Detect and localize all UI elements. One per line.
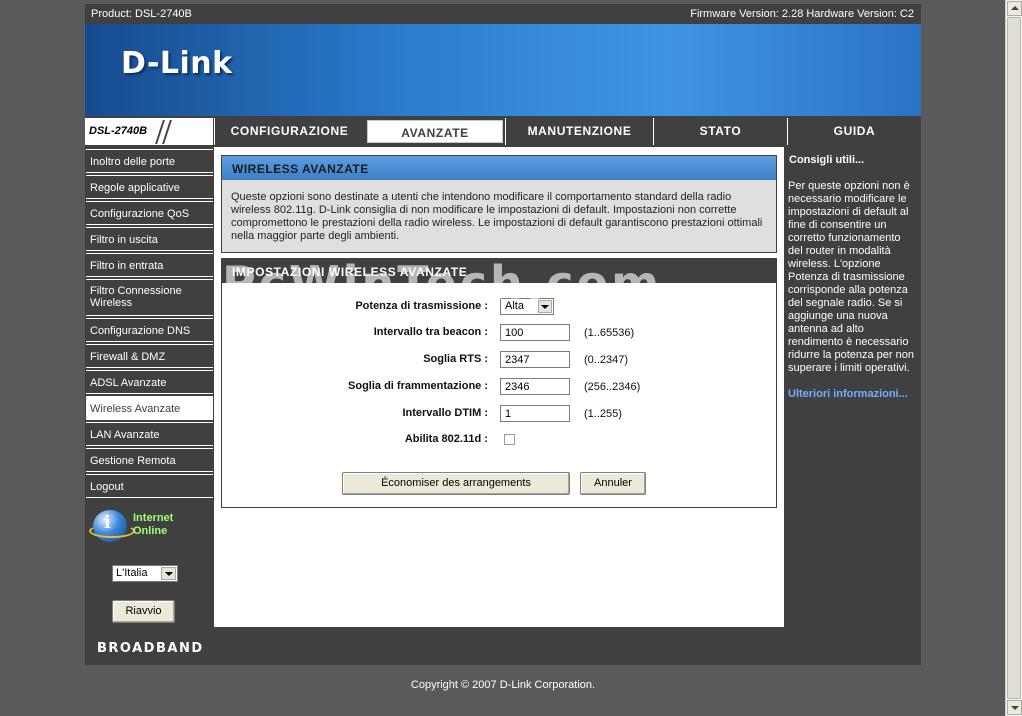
cancel-button[interactable]: Annuler xyxy=(580,472,646,495)
frag-input[interactable]: 2346 xyxy=(500,378,570,395)
sidebar-item-remote[interactable]: Gestione Remota xyxy=(86,448,213,472)
status-line-2: Online xyxy=(133,525,168,537)
main-content: WIRELESS AVANZATE Queste opzioni sono de… xyxy=(214,147,784,627)
frag-range: (256..2346) xyxy=(584,381,641,393)
sidebar-item-dns[interactable]: Configurazione DNS xyxy=(86,318,213,342)
scroll-down-icon[interactable] xyxy=(1007,700,1022,715)
reboot-button[interactable]: Riavvio xyxy=(112,600,175,623)
power-value: Alta xyxy=(505,300,524,312)
broadband-label: BROADBAND xyxy=(97,641,204,656)
footer-bar: BROADBAND xyxy=(85,627,921,665)
top-info-bar: Product: DSL-2740B Firmware Version: 2.2… xyxy=(85,4,921,24)
tab-avanzate[interactable]: AVANZATE xyxy=(365,118,505,145)
language-value: L'Italia xyxy=(116,567,148,579)
beacon-range: (1..65536) xyxy=(584,327,635,339)
chevron-down-icon xyxy=(538,300,552,313)
dtim-input[interactable]: 1 xyxy=(500,405,570,422)
globe-ring-icon xyxy=(89,524,135,538)
scroll-up-icon[interactable] xyxy=(1007,1,1022,16)
more-info-link[interactable]: Ulteriori informazioni... xyxy=(788,388,908,401)
router-page: Product: DSL-2740B Firmware Version: 2.2… xyxy=(85,0,921,716)
rts-label: Soglia RTS : xyxy=(423,353,488,365)
beacon-label: Intervallo tra beacon : xyxy=(373,326,488,338)
tab-manutenzione[interactable]: MANUTENZIONE xyxy=(505,118,653,145)
help-title: Consigli utili... xyxy=(789,154,865,166)
80211d-checkbox[interactable] xyxy=(504,434,515,445)
sidebar-item-lan[interactable]: LAN Avanzate xyxy=(86,422,213,446)
beacon-input[interactable]: 100 xyxy=(500,324,570,341)
sidebar-item-wireless-filter[interactable]: Filtro Connessione Wireless xyxy=(86,279,213,316)
sidebar: Inoltro delle porte Regole applicative C… xyxy=(85,147,214,627)
chevron-down-icon xyxy=(161,567,176,580)
rts-input[interactable]: 2347 xyxy=(500,351,570,368)
wireless-advanced-intro: WIRELESS AVANZATE Queste opzioni sono de… xyxy=(221,155,777,253)
dtim-range: (1..255) xyxy=(584,408,622,420)
model-label: DSL-2740B xyxy=(89,125,148,137)
power-select[interactable]: Alta xyxy=(500,298,554,315)
sidebar-item-qos[interactable]: Configurazione QoS xyxy=(86,201,213,225)
rts-range: (0..2347) xyxy=(584,354,629,366)
scroll-thumb[interactable] xyxy=(1007,17,1021,699)
model-badge: DSL-2740B xyxy=(85,118,214,145)
tab-stato[interactable]: STATO xyxy=(653,118,787,145)
status-line-1: Internet xyxy=(133,512,174,524)
settings-header: IMPOSTAZIONI WIRELESS AVANZATE xyxy=(222,259,776,283)
language-select[interactable]: L'Italia xyxy=(112,565,178,582)
section-title: WIRELESS AVANZATE xyxy=(232,162,369,176)
80211d-label: Abilita 802.11d : xyxy=(404,433,488,445)
settings-title: IMPOSTAZIONI WIRELESS AVANZATE xyxy=(232,265,468,279)
sidebar-item-application-rules[interactable]: Regole applicative xyxy=(86,175,213,199)
wireless-settings-panel: IMPOSTAZIONI WIRELESS AVANZATE Potenza d… xyxy=(221,258,777,508)
frag-label: Soglia di frammentazione : xyxy=(348,380,488,392)
help-panel: Consigli utili... Per queste opzioni non… xyxy=(784,147,921,627)
section-description: Queste opzioni sono destinate a utenti c… xyxy=(231,191,763,242)
main-tab-bar: DSL-2740B CONFIGURAZIONE AVANZATE MANUTE… xyxy=(85,116,921,147)
help-text: Per queste opzioni non è necessario modi… xyxy=(788,180,914,374)
save-button[interactable]: Économiser des arrangements xyxy=(342,472,570,495)
product-label: Product: DSL-2740B xyxy=(91,8,192,20)
vertical-scrollbar[interactable] xyxy=(1005,0,1022,716)
sidebar-item-outbound-filter[interactable]: Filtro in uscita xyxy=(86,227,213,251)
sidebar-item-inbound-filter[interactable]: Filtro in entrata xyxy=(86,253,213,277)
sidebar-item-logout[interactable]: Logout xyxy=(86,474,213,498)
header-banner: D-Link xyxy=(85,24,921,116)
internet-status: i Internet Online xyxy=(89,506,209,546)
sidebar-item-port-forwarding[interactable]: Inoltro delle porte xyxy=(86,149,213,173)
power-label: Potenza di trasmissione : xyxy=(355,300,488,312)
sidebar-item-firewall-dmz[interactable]: Firewall & DMZ xyxy=(86,344,213,368)
sidebar-item-adsl[interactable]: ADSL Avanzate xyxy=(86,370,213,394)
info-icon: i xyxy=(104,512,111,533)
copyright: Copyright © 2007 D-Link Corporation. xyxy=(410,679,596,691)
version-label: Firmware Version: 2.28 Hardware Version:… xyxy=(690,8,914,20)
dlink-logo: D-Link xyxy=(121,46,233,81)
tab-configurazione[interactable]: CONFIGURAZIONE xyxy=(214,118,364,145)
tab-guida[interactable]: GUIDA xyxy=(787,118,921,145)
sidebar-item-wireless-advanced[interactable]: Wireless Avanzate xyxy=(86,396,213,420)
section-header: WIRELESS AVANZATE xyxy=(222,156,776,180)
dtim-label: Intervallo DTIM : xyxy=(402,407,488,419)
